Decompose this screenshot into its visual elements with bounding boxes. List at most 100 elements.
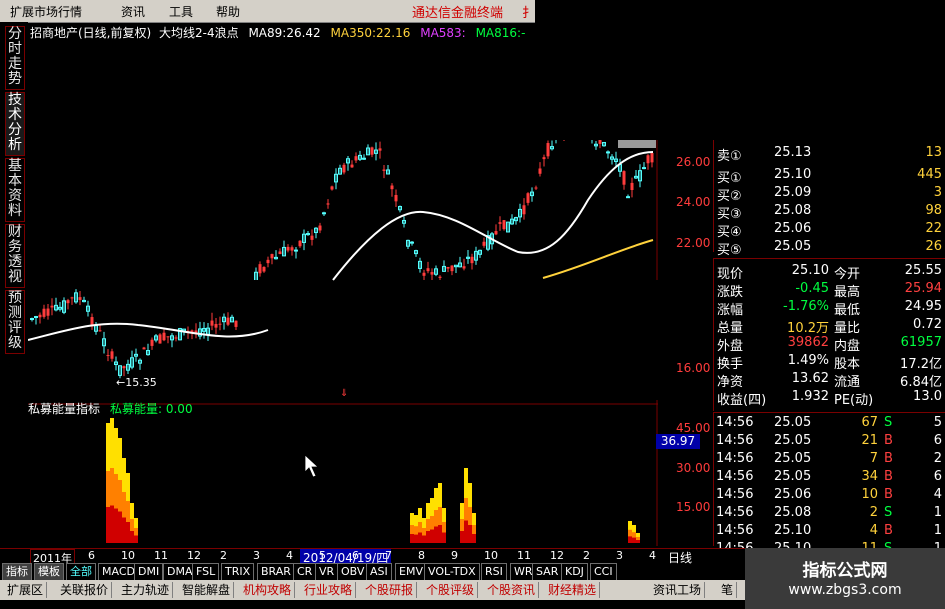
tab-technical[interactable]: 技术分析 xyxy=(5,92,25,156)
app-brand-cut: 扌 xyxy=(522,6,536,21)
tab-related-quotes[interactable]: 关联报价 xyxy=(57,582,113,598)
order-book-row: 买① 25.10 445 xyxy=(717,167,942,186)
tick-row: 14:56 25.06 10 B 4 xyxy=(716,487,942,502)
month-label: 4 xyxy=(286,549,293,562)
stats-table: 现价 25.10 今开 25.55 涨跌 -0.45 最高 25.94 涨幅 -1.76% 最低 24… xyxy=(713,258,945,411)
indicator-tab[interactable]: VOL-TDX xyxy=(424,563,480,581)
month-label: 9 xyxy=(451,549,458,562)
month-label: 7 xyxy=(385,549,392,562)
tab-stock-research[interactable]: 个股研报 xyxy=(362,582,418,598)
tick-row: 14:56 25.10 4 B 1 xyxy=(716,523,942,538)
indicator-tab[interactable]: ASI xyxy=(366,563,392,581)
month-label: 4 xyxy=(649,549,656,562)
menu-item-tools[interactable]: 工具 xyxy=(169,3,193,20)
tab-fundamentals[interactable]: 基本资料 xyxy=(5,158,25,222)
month-label: 11 xyxy=(154,549,168,562)
period-label[interactable]: 日线 xyxy=(668,549,692,566)
menu-item-extended-market[interactable]: 扩展市场行情 xyxy=(10,3,82,20)
ma-yellow-line xyxy=(542,239,654,279)
tab-extended-area[interactable]: 扩展区 xyxy=(4,582,48,598)
menu-bar: 扩展市场行情 资讯 工具 帮助 通达信金融终端 扌 xyxy=(0,0,535,23)
order-book-row: 买② 25.09 3 xyxy=(717,185,942,204)
indicator-tab[interactable]: CCI xyxy=(590,563,617,581)
ma89-label: MA89: xyxy=(248,26,287,40)
month-label: 12 xyxy=(550,549,564,562)
tab-smart-analysis[interactable]: 智能解盘 xyxy=(179,582,235,598)
date-axis: 2011年 2012/04/19/四 6 10 11 12 2 3 4 5 6 7 8 9 10 11 12… xyxy=(28,549,658,567)
watermark-title: 指标公式网 xyxy=(802,561,888,581)
ma89-value: 26.42 xyxy=(286,26,321,40)
sub-indicator-series: 私募能量: 0.00 xyxy=(110,402,193,416)
tab-intraday[interactable]: 分时走势 xyxy=(5,26,25,90)
indicator-tab[interactable]: EMV xyxy=(395,563,427,581)
tab-industry-strategy[interactable]: 行业攻略 xyxy=(301,582,357,598)
quote-panel: 卖① 25.13 13 买① 25.10 445 买② 25.09 3 买③ 25.08 98 … xyxy=(658,140,945,556)
indicator-tab[interactable]: DMI xyxy=(134,563,164,581)
low-price-note: ←15.35 xyxy=(116,376,157,389)
month-label: 3 xyxy=(253,549,260,562)
stock-title: 招商地产(日线,前复权) xyxy=(30,26,152,40)
indicator-tab[interactable]: 指标 xyxy=(2,563,32,581)
ma816-value: - xyxy=(521,26,526,40)
month-label: 5 xyxy=(319,549,326,562)
watermark: 指标公式网 www.zbgs3.com xyxy=(745,548,945,609)
tick-row: 14:56 25.05 7 B 2 xyxy=(716,451,942,466)
indicator-tab-strip: 指标 模板 全部 MACD DMI DMA FSL TRIX BRAR CR VR OBV ASI EMV… xyxy=(0,563,640,581)
ma583-label: MA583: xyxy=(420,26,466,40)
watermark-url: www.zbgs3.com xyxy=(788,582,902,598)
indicator-tab[interactable]: OBV xyxy=(337,563,369,581)
indicator-tab[interactable]: MACD xyxy=(98,563,139,581)
tick-row: 14:56 25.05 67 S 5 xyxy=(716,415,942,430)
ma816-label: MA816: xyxy=(475,26,522,40)
tab-finance-picks[interactable]: 财经精选 xyxy=(545,582,601,598)
tick-row: 14:56 25.05 34 B 6 xyxy=(716,469,942,484)
stats-row: 总量 10.2万 量比 0.72 xyxy=(717,317,942,336)
stats-row: 收益(四) 1.932 PE(动) 13.0 xyxy=(717,389,942,408)
indicator-tab[interactable]: SAR xyxy=(532,563,563,581)
indicator-tab[interactable]: BRAR xyxy=(257,563,295,581)
candlesticks xyxy=(30,40,658,400)
tab-forecast[interactable]: 预测评级 xyxy=(5,290,25,354)
indicator-tab[interactable]: KDJ xyxy=(561,563,588,581)
indicator-tab[interactable]: FSL xyxy=(192,563,220,581)
tab-pen[interactable]: 笔 xyxy=(718,582,738,598)
tab-main-trace[interactable]: 主力轨迹 xyxy=(118,582,174,598)
ma350-value: 22.16 xyxy=(376,26,411,40)
order-book-row: 卖① 25.13 13 xyxy=(717,145,942,164)
menu-item-help[interactable]: 帮助 xyxy=(216,3,240,20)
indicator-tab[interactable]: 全部 xyxy=(66,563,96,581)
month-label: 10 xyxy=(121,549,135,562)
indicator-tab[interactable]: 模板 xyxy=(34,563,64,581)
month-label: 12 xyxy=(187,549,201,562)
tab-stock-news[interactable]: 个股资讯 xyxy=(484,582,540,598)
tick-row: 14:56 25.05 21 B 6 xyxy=(716,433,942,448)
order-book-row: 买④ 25.06 22 xyxy=(717,221,942,240)
mouse-cursor-icon xyxy=(304,454,320,478)
stats-row: 涨幅 -1.76% 最低 24.95 xyxy=(717,299,942,318)
indicator-tab[interactable]: RSI xyxy=(481,563,507,581)
indicator-tab[interactable]: CR xyxy=(293,563,317,581)
month-label: 3 xyxy=(616,549,623,562)
month-label: 6 xyxy=(88,549,95,562)
stats-row: 换手 1.49% 股本 17.2亿 xyxy=(717,353,942,372)
tab-stock-rating[interactable]: 个股评级 xyxy=(423,582,479,598)
indicator-tab[interactable]: VR xyxy=(315,563,339,581)
menu-item-news[interactable]: 资讯 xyxy=(121,3,145,20)
month-label: 6 xyxy=(352,549,359,562)
ma350-label: MA350: xyxy=(330,26,377,40)
month-label: 8 xyxy=(418,549,425,562)
tab-info-workshop[interactable]: 资讯工场 xyxy=(650,582,706,598)
tick-row: 14:56 25.08 2 S 1 xyxy=(716,505,942,520)
tab-institution-strategy[interactable]: 机构攻略 xyxy=(240,582,296,598)
side-tabs: 分时走势 技术分析 基本资料 财务透视 预测评级 xyxy=(0,22,28,549)
order-book-row: 买③ 25.08 98 xyxy=(717,203,942,222)
stats-row: 外盘 39862 内盘 61957 xyxy=(717,335,942,354)
month-label: 10 xyxy=(484,549,498,562)
month-label: 2 xyxy=(583,549,590,562)
stats-row: 现价 25.10 今开 25.55 xyxy=(717,263,942,282)
energy-bars xyxy=(106,418,640,543)
kline-chart[interactable]: ←15.35 ⇓ 私募能量指标 私募能量: 0.00 xyxy=(28,40,658,546)
indicator-name: 大均线2-4浪点 xyxy=(159,26,239,40)
tab-financials[interactable]: 财务透视 xyxy=(5,224,25,288)
indicator-tab[interactable]: TRIX xyxy=(221,563,255,581)
